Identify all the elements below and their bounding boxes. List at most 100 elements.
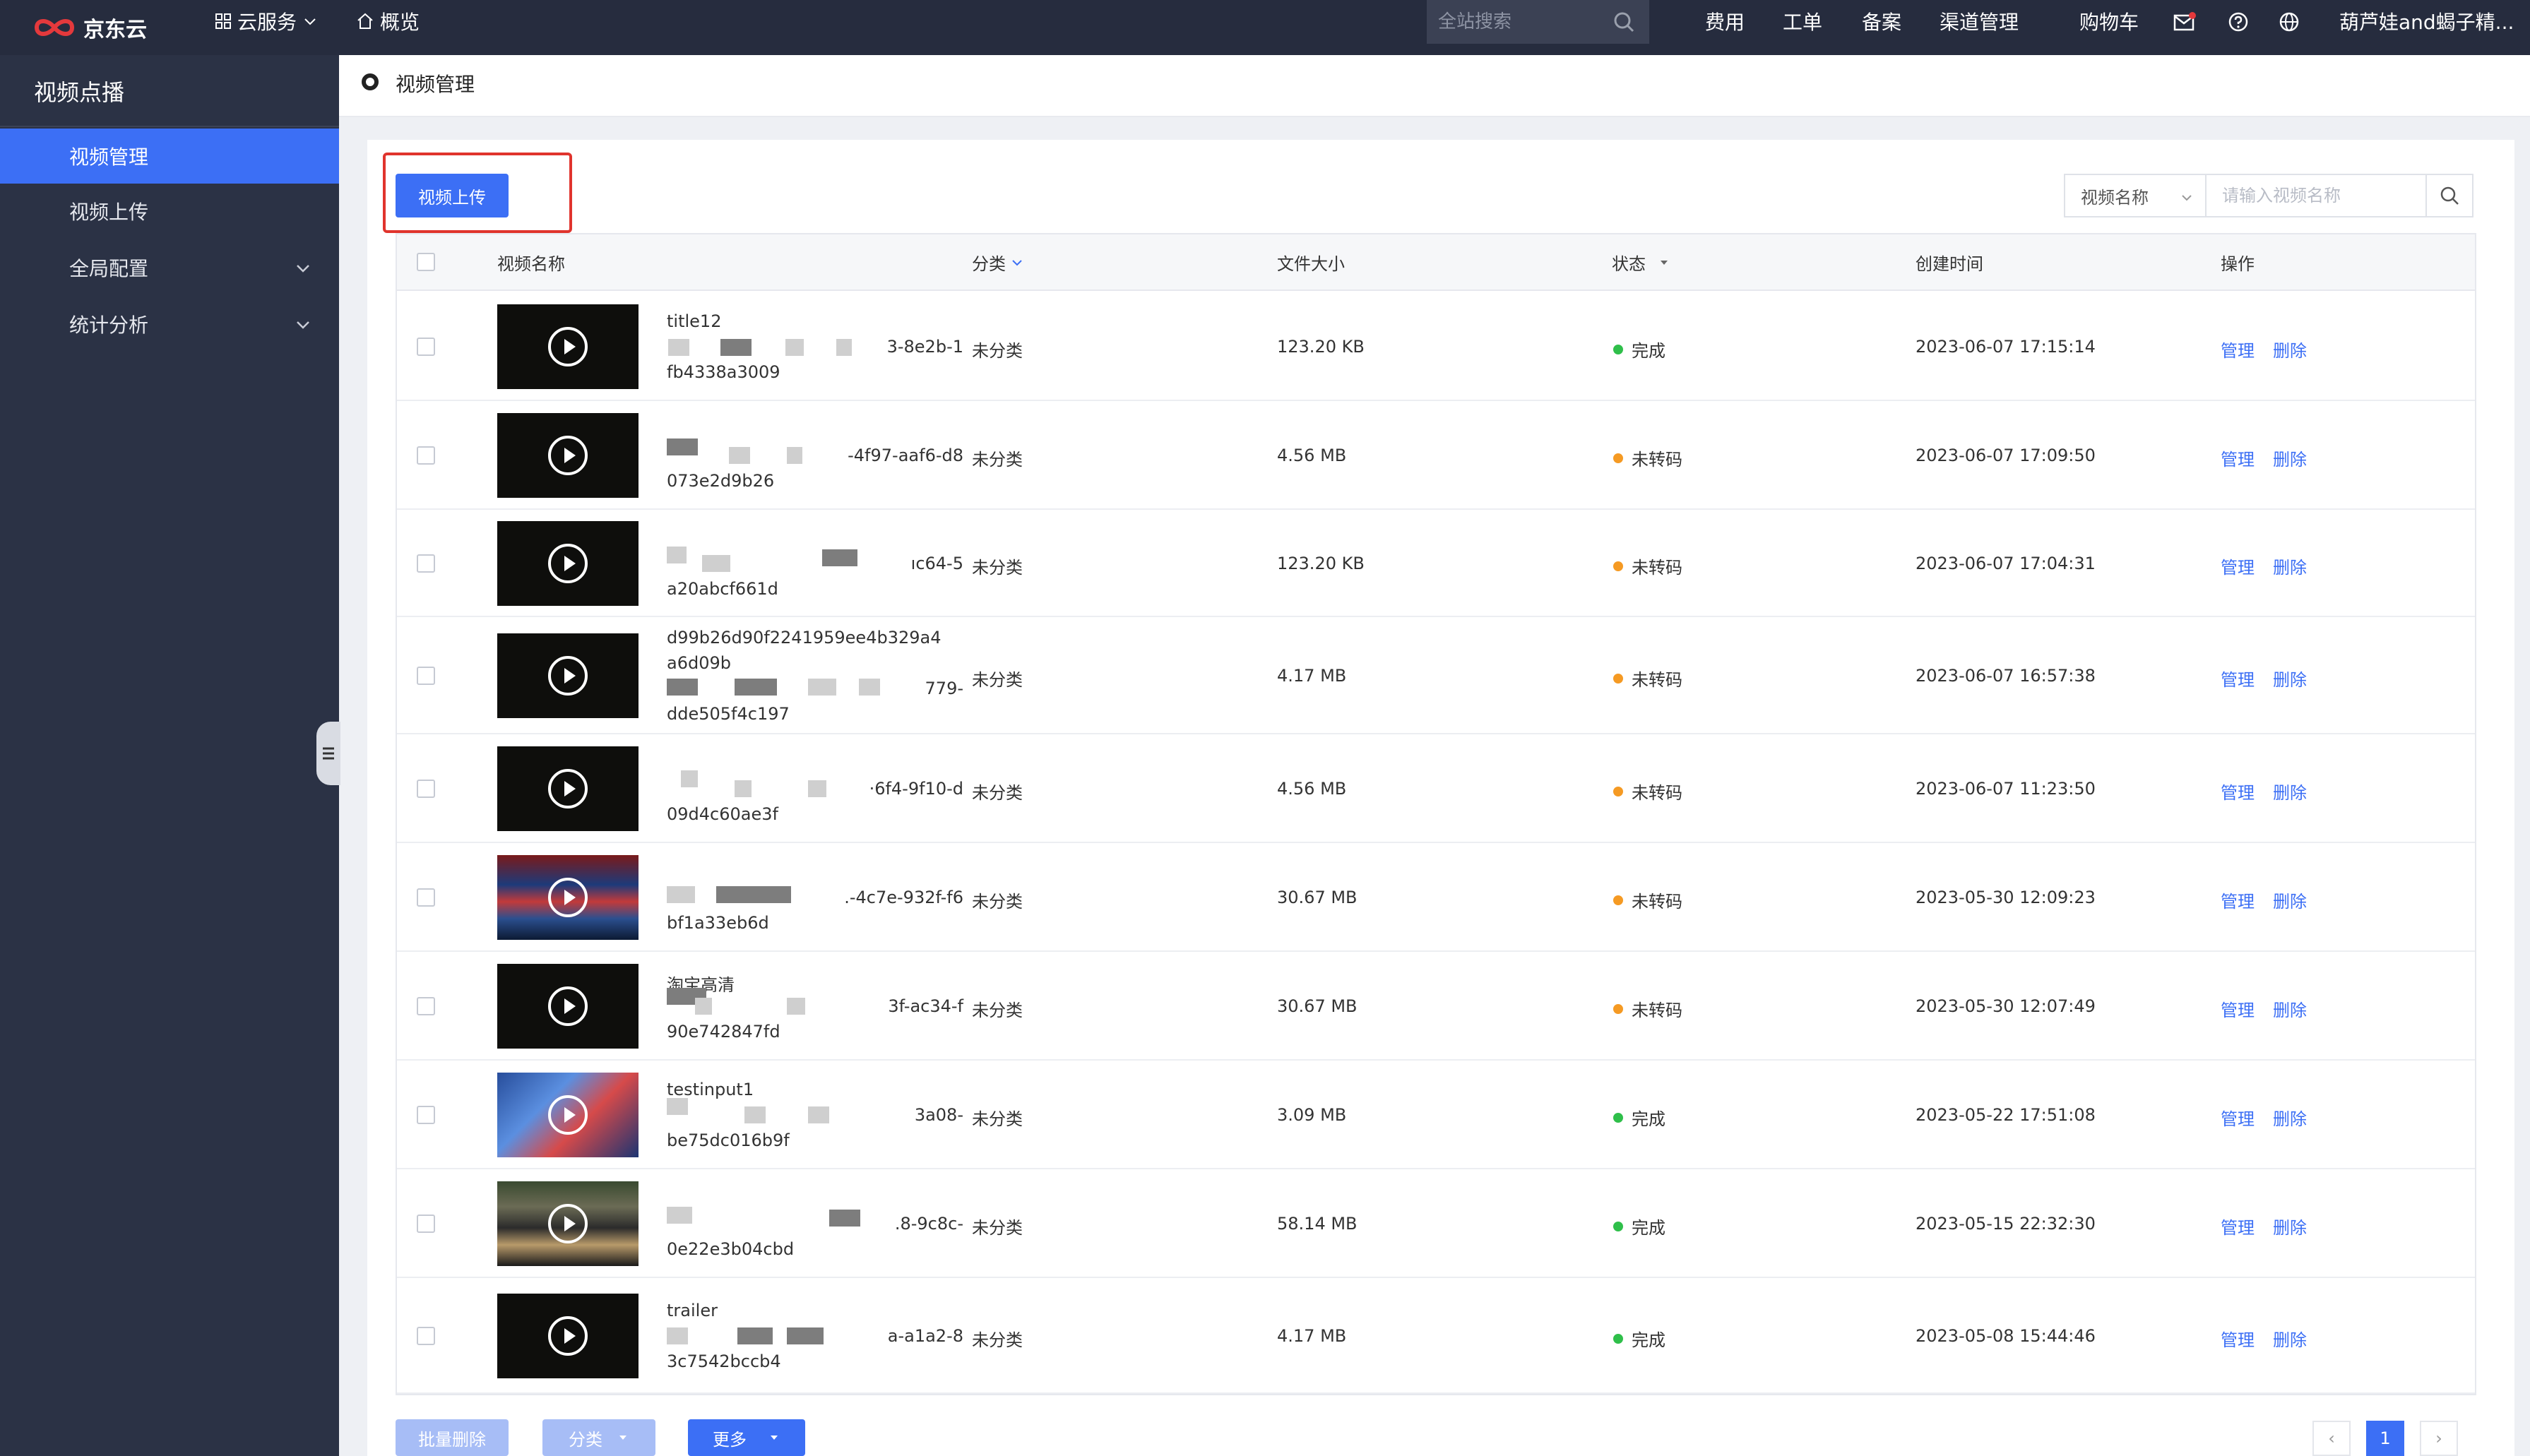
manage-link[interactable]: 管理 <box>2221 779 2255 804</box>
sidebar-collapse-handle[interactable] <box>316 722 340 785</box>
status-text: 未转码 <box>1632 1001 1682 1020</box>
global-search-input[interactable] <box>1438 11 1608 32</box>
column-header-status[interactable]: 状态 <box>1612 250 1671 275</box>
row-checkbox[interactable] <box>417 1327 435 1345</box>
delete-link[interactable]: 删除 <box>2273 1326 2307 1351</box>
video-thumbnail[interactable] <box>497 633 639 718</box>
video-thumbnail[interactable] <box>497 1294 639 1378</box>
page-number-button[interactable]: 1 <box>2366 1421 2404 1456</box>
table-row: ·6f4-9f10-d 09d4c60ae3f 未分类 4.56 MB 未转码 2023-… <box>397 734 2475 843</box>
manage-link[interactable]: 管理 <box>2221 337 2255 362</box>
sidebar-item-video-upload[interactable]: 视频上传 <box>0 184 339 239</box>
row-checkbox[interactable] <box>417 338 435 356</box>
play-icon[interactable] <box>548 1095 588 1135</box>
play-icon[interactable] <box>548 656 588 696</box>
manage-link[interactable]: 管理 <box>2221 1326 2255 1351</box>
video-thumbnail[interactable] <box>497 964 639 1049</box>
table-row: d99b26d90f2241959ee4b329a4 a6d09b 779- dde5… <box>397 617 2475 734</box>
status-badge: 完成 <box>1613 1214 1665 1239</box>
manage-link[interactable]: 管理 <box>2221 888 2255 912</box>
play-icon[interactable] <box>548 769 588 808</box>
batch-delete-button[interactable]: 批量删除 <box>396 1419 509 1456</box>
manage-link[interactable]: 管理 <box>2221 996 2255 1021</box>
column-header-category[interactable]: 分类 <box>972 250 1024 275</box>
file-size-cell: 58.14 MB <box>1277 1214 1358 1234</box>
category-button[interactable]: 分类 <box>542 1419 655 1456</box>
video-thumbnail[interactable] <box>497 521 639 606</box>
search-icon[interactable] <box>1613 11 1635 36</box>
sidebar-item-video-management[interactable]: 视频管理 <box>0 129 339 184</box>
delete-link[interactable]: 删除 <box>2273 888 2307 912</box>
redaction-block <box>667 679 698 696</box>
redaction-block <box>808 780 826 797</box>
select-all-checkbox[interactable] <box>417 253 435 271</box>
channel-management-link[interactable]: 渠道管理 <box>1940 0 2019 42</box>
video-thumbnail[interactable] <box>497 304 639 389</box>
search-field-select[interactable]: 视频名称 <box>2065 175 2207 216</box>
row-checkbox[interactable] <box>417 667 435 685</box>
video-thumbnail[interactable] <box>497 1073 639 1157</box>
video-name-text: 3f-ac34-f <box>888 996 963 1016</box>
prev-page-button[interactable]: ‹ <box>2312 1421 2351 1456</box>
play-icon[interactable] <box>548 878 588 917</box>
cart-link[interactable]: 购物车 <box>2079 0 2139 42</box>
delete-link[interactable]: 删除 <box>2273 446 2307 470</box>
video-name-search-input[interactable] <box>2207 175 2425 216</box>
created-time-cell: 2023-06-07 17:09:50 <box>1916 446 2096 465</box>
mail-icon[interactable] <box>2173 10 2197 34</box>
play-icon[interactable] <box>548 544 588 583</box>
row-checkbox[interactable] <box>417 997 435 1015</box>
play-icon[interactable] <box>548 1316 588 1356</box>
row-checkbox[interactable] <box>417 888 435 907</box>
billing-link[interactable]: 费用 <box>1705 0 1745 42</box>
brand[interactable]: 京东云 <box>32 8 147 47</box>
global-search[interactable] <box>1427 0 1649 44</box>
row-checkbox[interactable] <box>417 1106 435 1124</box>
row-checkbox[interactable] <box>417 446 435 465</box>
row-checkbox[interactable] <box>417 554 435 573</box>
more-button[interactable]: 更多 <box>688 1419 805 1456</box>
file-size-cell: 30.67 MB <box>1277 996 1358 1016</box>
sidebar-item-statistics[interactable]: 统计分析 <box>0 297 339 352</box>
manage-link[interactable]: 管理 <box>2221 666 2255 691</box>
status-badge: 未转码 <box>1613 888 1682 912</box>
video-thumbnail[interactable] <box>497 413 639 498</box>
video-thumbnail[interactable] <box>497 855 639 940</box>
cloud-services-menu[interactable]: 云服务 <box>215 0 323 42</box>
user-menu[interactable]: 葫芦娃and蝎子精... <box>2339 0 2514 42</box>
delete-link[interactable]: 删除 <box>2273 1105 2307 1130</box>
filing-link[interactable]: 备案 <box>1862 0 1901 42</box>
delete-link[interactable]: 删除 <box>2273 337 2307 362</box>
ticket-link[interactable]: 工单 <box>1783 0 1822 42</box>
manage-link[interactable]: 管理 <box>2221 1214 2255 1239</box>
delete-link[interactable]: 删除 <box>2273 554 2307 578</box>
sidebar-item-global-config[interactable]: 全局配置 <box>0 240 339 295</box>
play-icon[interactable] <box>548 986 588 1026</box>
delete-link[interactable]: 删除 <box>2273 779 2307 804</box>
help-icon[interactable] <box>2226 10 2250 34</box>
manage-link[interactable]: 管理 <box>2221 1105 2255 1130</box>
play-icon[interactable] <box>548 1204 588 1243</box>
delete-link[interactable]: 删除 <box>2273 666 2307 691</box>
video-thumbnail[interactable] <box>497 746 639 831</box>
chevron-down-icon <box>297 265 309 273</box>
video-thumbnail[interactable] <box>497 1181 639 1266</box>
next-page-button[interactable]: › <box>2420 1421 2458 1456</box>
search-button[interactable] <box>2425 175 2472 216</box>
sidebar-item-label: 视频上传 <box>69 201 149 224</box>
sidebar-item-label: 视频管理 <box>69 145 149 169</box>
play-icon[interactable] <box>548 436 588 475</box>
status-text: 完成 <box>1632 1330 1665 1350</box>
delete-link[interactable]: 删除 <box>2273 996 2307 1021</box>
manage-link[interactable]: 管理 <box>2221 554 2255 578</box>
video-upload-button[interactable]: 视频上传 <box>396 174 509 217</box>
play-icon[interactable] <box>548 327 588 366</box>
globe-icon[interactable] <box>2277 10 2301 34</box>
file-size-cell: 4.17 MB <box>1277 1326 1347 1346</box>
overview-link[interactable]: 概览 <box>356 0 420 42</box>
manage-link[interactable]: 管理 <box>2221 446 2255 470</box>
row-checkbox[interactable] <box>417 780 435 798</box>
created-time-cell: 2023-05-08 15:44:46 <box>1916 1326 2096 1346</box>
delete-link[interactable]: 删除 <box>2273 1214 2307 1239</box>
row-checkbox[interactable] <box>417 1215 435 1233</box>
